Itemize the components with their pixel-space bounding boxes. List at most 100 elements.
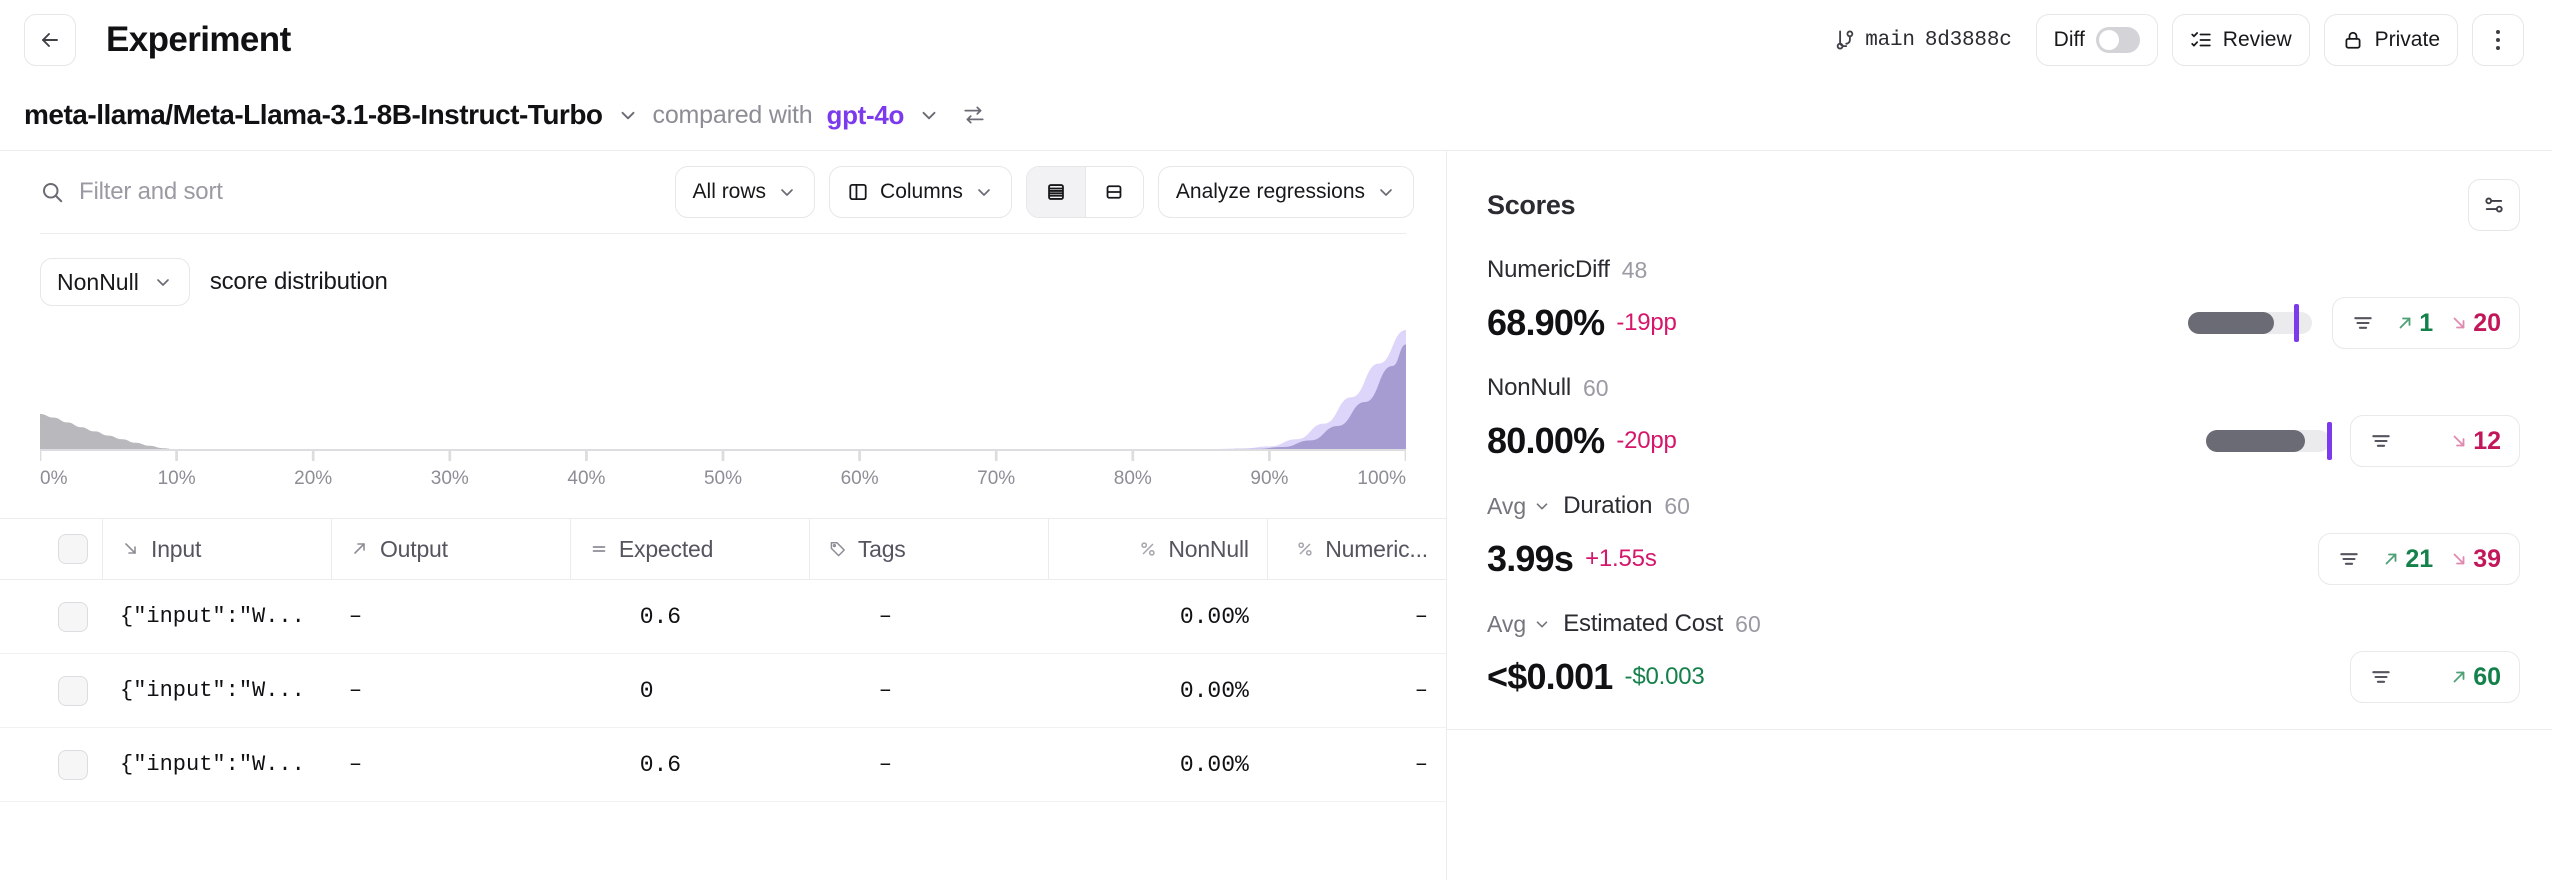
score-value-row: 68.90% -19pp 1 20 [1487,297,2520,349]
cell-input: {"input":"W... [102,654,331,727]
score-regression-badge[interactable]: 1 20 [2332,297,2520,349]
filter-toolbar: All rows Columns [0,151,1446,233]
score-regression-badge[interactable]: 21 39 [2318,533,2520,585]
table-row[interactable]: {"input":"W... – 0.6 – 0.00% – [0,728,1446,802]
score-value-row: 80.00% -20pp 12 [1487,415,2520,467]
improved-count: 60 [2473,662,2501,691]
diff-toggle-button[interactable]: Diff [2035,14,2158,66]
swap-models-button[interactable] [962,103,986,127]
checklist-icon [2191,32,2211,47]
score-regression-badge[interactable]: 60 [2350,651,2520,703]
cell-text: – [1414,752,1428,777]
chart-tick-label: 20% [294,468,333,489]
cell-nonnull: 0.00% [1048,580,1267,653]
chevron-down-icon [781,189,793,196]
column-header-input[interactable]: Input [102,519,331,579]
review-label: Review [2222,28,2292,51]
column-label: Output [379,535,448,562]
git-branch-icon [1836,30,1854,50]
chart-tick-label: 80% [1113,468,1152,489]
chart-series-current [40,344,1406,450]
column-header-output[interactable]: Output [330,519,570,579]
cell-text: 0.6 [639,751,682,778]
cell-output: – [331,580,570,653]
diff-toggle-switch[interactable] [2095,27,2140,53]
regressed-count: 20 [2473,308,2501,337]
cell-text: {"input":"W... [120,752,305,777]
column-label: Input [151,535,202,562]
cell-text: 0 [639,677,654,704]
cost-agg-select[interactable]: Avg [1487,611,1551,638]
columns-icon [849,183,867,201]
filter-icon [2372,435,2390,447]
row-checkbox[interactable] [58,675,88,706]
agg-label: Avg [1487,610,1527,637]
duration-agg-select[interactable]: Avg [1487,493,1551,520]
scores-settings-button[interactable] [2468,179,2520,231]
private-button[interactable]: Private [2323,14,2458,66]
row-checkbox[interactable] [58,749,88,780]
cell-text: – [348,604,363,629]
score-value-row: 3.99s +1.55s 21 39 [1487,533,2520,585]
chevron-down-icon [978,189,990,196]
score-name: Duration [1563,492,1653,519]
score-regression-badge[interactable]: 12 [2350,415,2520,467]
regressed-stat: 20 [2449,309,2501,338]
filter-icon [2340,553,2359,565]
cell-numericdiff: – [1267,728,1446,801]
select-all-checkbox[interactable] [58,534,88,564]
rows-filter-label: All rows [692,180,767,203]
score-progress-bar [2206,422,2332,460]
progress-fill [2206,430,2306,452]
branch-info[interactable]: main 8d3888c [1835,28,2012,52]
cell-expected: 0.6 [570,580,809,653]
distribution-chart: 0% 10% 20% 30% 40% 50% 60% 70% 80% 90% 100% [0,306,1446,494]
table-row[interactable]: {"input":"W... – 0 – 0.00% – [0,654,1446,728]
regressed-stat: 12 [2449,427,2501,456]
back-button[interactable] [24,14,76,66]
chevron-down-icon [156,279,169,286]
branch-name: main [1865,28,1915,52]
kebab-menu-icon [2496,30,2500,50]
review-button[interactable]: Review [2171,14,2310,66]
improved-stat: 21 [2381,545,2433,574]
analyze-regressions-button[interactable]: Analyze regressions [1157,166,1414,218]
chevron-down-icon[interactable] [918,104,940,126]
distribution-metric-select[interactable]: NonNull [40,258,190,306]
search-input[interactable] [79,178,499,206]
cell-text: – [878,752,892,777]
rows-filter-button[interactable]: All rows [674,166,816,218]
column-header-tags[interactable]: Tags [808,519,1048,579]
arrow-down-right-icon [2453,317,2465,329]
row-checkbox[interactable] [58,601,88,632]
score-name: NonNull [1487,374,1571,401]
cell-input: {"input":"W... [102,728,331,801]
column-header-numericdiff[interactable]: Numeric... [1266,519,1446,579]
chevron-down-icon[interactable] [617,104,639,126]
arrow-up-right-icon [2453,671,2465,683]
chart-series-baseline [40,330,1406,450]
cell-tags: – [809,728,1048,801]
chart-tick-label: 100% [1357,468,1406,489]
view-mode-split[interactable] [1084,167,1143,217]
score-count: 60 [1664,492,1690,519]
comparison-model-name[interactable]: gpt-4o [827,100,905,131]
private-label: Private [2374,28,2440,51]
cell-numericdiff: – [1267,654,1446,727]
score-value: 80.00% [1487,420,1605,461]
columns-button[interactable]: Columns [829,166,1012,218]
table-row[interactable]: {"input":"W... – 0.6 – 0.00% – [0,580,1446,654]
view-mode-rows[interactable] [1026,167,1085,217]
column-header-expected[interactable]: Expected [569,519,809,579]
regressed-count: 12 [2473,426,2501,455]
primary-model-name[interactable]: meta-llama/Meta-Llama-3.1-8B-Instruct-Tu… [24,99,603,131]
cell-output: – [331,728,570,801]
diff-toggle-knob [2098,30,2119,50]
column-header-nonnull[interactable]: NonNull [1047,519,1267,579]
diff-label: Diff [2053,28,2085,51]
chevron-down-icon [1536,503,1548,510]
more-options-button[interactable] [2472,14,2524,66]
chevron-down-icon [1536,621,1548,628]
column-label: Expected [618,535,714,562]
cell-text: 0.00% [1179,751,1249,778]
